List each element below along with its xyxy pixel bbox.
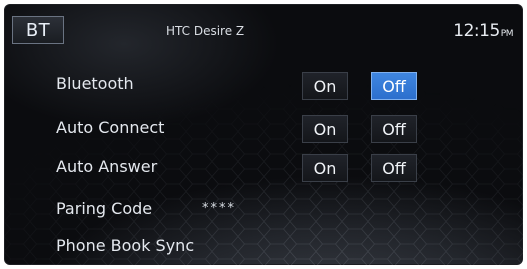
auto-answer-label: Auto Answer xyxy=(56,157,158,176)
auto-connect-label: Auto Connect xyxy=(56,118,165,137)
auto-connect-on-button[interactable]: On xyxy=(302,115,348,143)
clock-time: 12:15 xyxy=(453,21,500,41)
auto-answer-on-button[interactable]: On xyxy=(302,154,348,182)
auto-connect-off-button[interactable]: Off xyxy=(371,115,417,143)
bluetooth-on-button[interactable]: On xyxy=(302,72,348,100)
pairing-code-label: Paring Code xyxy=(56,199,153,218)
connected-device-name: HTC Desire Z xyxy=(166,24,245,38)
clock-ampm: PM xyxy=(500,29,514,39)
bluetooth-label: Bluetooth xyxy=(56,74,134,93)
clock: 12:15PM xyxy=(453,21,513,41)
pairing-code-value: **** xyxy=(202,201,236,216)
auto-answer-off-button[interactable]: Off xyxy=(371,154,417,182)
phone-book-sync-item[interactable]: Phone Book Sync xyxy=(56,236,194,255)
bt-settings-screen: BT HTC Desire Z 12:15PM Bluetooth On Off… xyxy=(4,4,523,265)
bluetooth-off-button[interactable]: Off xyxy=(371,72,417,100)
header-bar: BT HTC Desire Z 12:15PM xyxy=(4,4,523,44)
bt-mode-button[interactable]: BT xyxy=(12,16,64,44)
